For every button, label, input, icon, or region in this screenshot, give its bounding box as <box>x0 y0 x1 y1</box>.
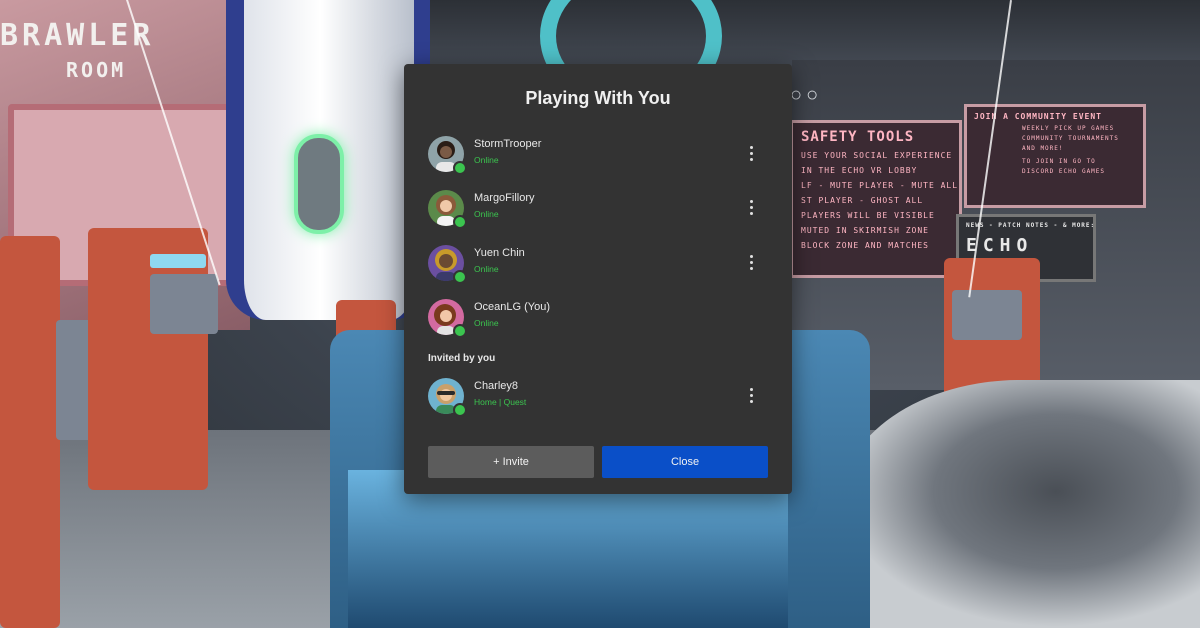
arena-bowl <box>840 380 1200 628</box>
player-row: OceanLG (You) Online <box>428 299 768 343</box>
community-event-screen: JOIN A COMMUNITY EVENT WEEKLY PICK UP GA… <box>964 104 1146 208</box>
community-event-title: JOIN A COMMUNITY EVENT <box>974 112 1102 121</box>
more-options-icon[interactable] <box>746 196 758 220</box>
player-status: Online <box>474 264 499 274</box>
player-row: Yuen Chin Online <box>428 245 768 289</box>
brawler-sign: BRAWLER <box>0 18 155 53</box>
player-name: MargoFillory <box>474 192 535 204</box>
wall-circles: ○○ <box>790 84 823 106</box>
player-status: Online <box>474 209 499 219</box>
close-button[interactable]: Close <box>602 446 768 478</box>
player-row: StormTrooper Online <box>428 136 768 180</box>
event-line: WEEKLY PICK UP GAMES <box>1022 125 1115 132</box>
echo-logo: ECHO <box>966 235 1034 256</box>
room-sign: ROOM <box>66 58 127 82</box>
online-status-dot <box>453 215 467 229</box>
more-options-icon[interactable] <box>746 384 758 408</box>
safety-line: LF - MUTE PLAYER - MUTE ALL <box>801 181 959 190</box>
robot-eye <box>294 134 344 234</box>
event-line: AND MORE! <box>1022 145 1064 152</box>
player-name: Charley8 <box>474 380 519 392</box>
safety-tools-title: SAFETY TOOLS <box>801 129 915 145</box>
safety-line: IN THE ECHO VR LOBBY <box>801 166 918 175</box>
online-status-dot <box>453 403 467 417</box>
online-status-dot <box>453 161 467 175</box>
more-options-icon[interactable] <box>746 142 758 166</box>
locker-panel <box>150 274 218 334</box>
locker-glow <box>150 254 206 268</box>
invited-player-row: Charley8 Home | Quest <box>428 378 768 422</box>
player-status: Online <box>474 318 499 328</box>
player-name: Yuen Chin <box>474 247 525 259</box>
playing-with-you-dialog: Playing With You StormTrooper Online Mar… <box>404 64 792 494</box>
player-status: Online <box>474 155 499 165</box>
safety-tools-screen: SAFETY TOOLS USE YOUR SOCIAL EXPERIENCE … <box>790 120 962 278</box>
player-name: StormTrooper <box>474 138 542 150</box>
safety-line: MUTED IN SKIRMISH ZONE <box>801 226 929 235</box>
locker-panel <box>952 290 1022 340</box>
event-line: COMMUNITY TOURNAMENTS <box>1022 135 1119 142</box>
more-options-icon[interactable] <box>746 251 758 275</box>
safety-line: ST PLAYER - GHOST ALL <box>801 196 924 205</box>
online-status-dot <box>453 324 467 338</box>
player-name: OceanLG (You) <box>474 301 551 313</box>
locker-left-1 <box>0 236 60 628</box>
event-line: DISCORD ECHO GAMES <box>1022 168 1106 175</box>
news-title: NEWS - PATCH NOTES - & MORE: <box>966 222 1096 229</box>
online-status-dot <box>453 270 467 284</box>
invite-button[interactable]: + Invite <box>428 446 594 478</box>
player-status: Home | Quest <box>474 397 527 407</box>
invited-by-you-heading: Invited by you <box>428 353 496 364</box>
safety-line: USE YOUR SOCIAL EXPERIENCE <box>801 151 953 160</box>
safety-line: BLOCK ZONE AND MATCHES <box>801 241 929 250</box>
event-line: TO JOIN IN GO TO <box>1022 158 1096 165</box>
safety-line: PLAYERS WILL BE VISIBLE <box>801 211 935 220</box>
dialog-title: Playing With You <box>525 88 671 108</box>
player-row: MargoFillory Online <box>428 190 768 234</box>
